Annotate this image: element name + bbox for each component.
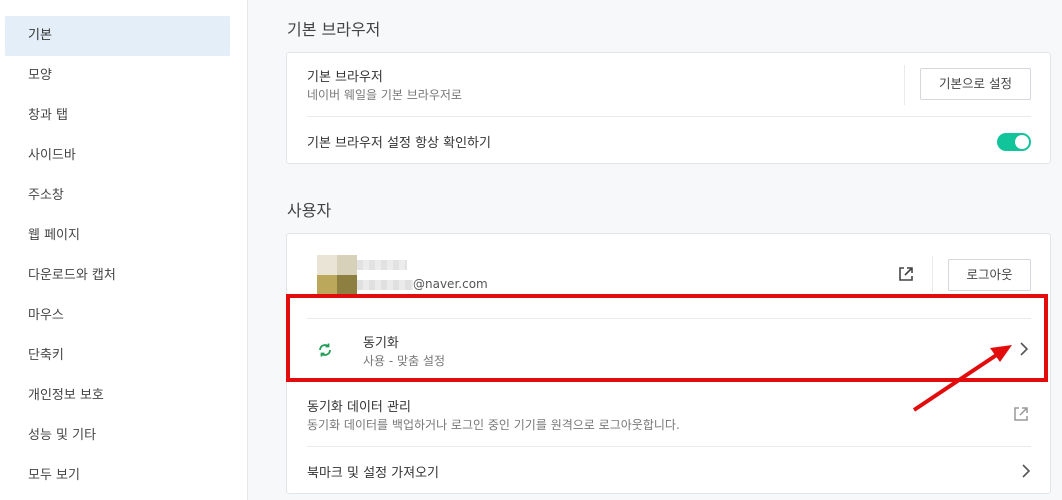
- red-arrow-annotation: [912, 345, 1012, 412]
